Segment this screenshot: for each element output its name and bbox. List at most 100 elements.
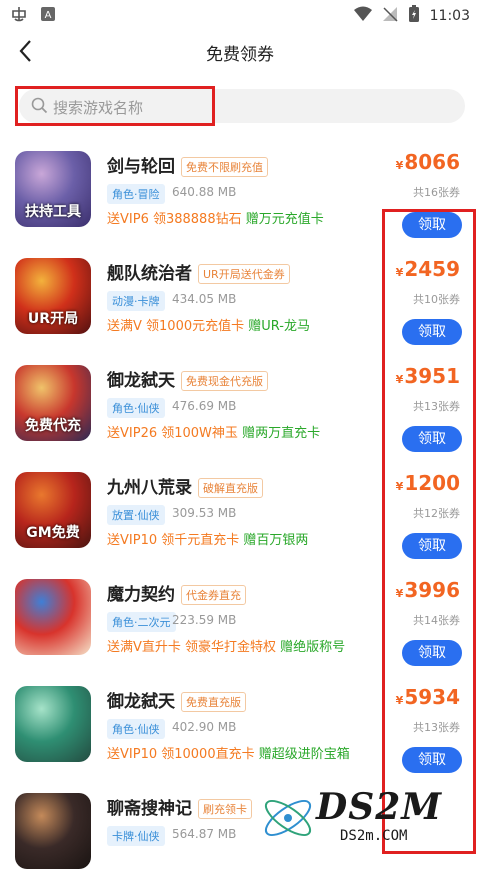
game-title[interactable]: 舰队统治者 UR开局送代金券 xyxy=(107,259,290,284)
game-thumbnail[interactable]: GM免费 xyxy=(15,472,91,548)
svg-text:A: A xyxy=(45,10,52,21)
game-title[interactable]: 魔力契约 代金券直充 xyxy=(107,580,246,605)
game-thumbnail[interactable]: UR开局 xyxy=(15,258,91,334)
claim-button[interactable]: 领取 xyxy=(402,212,462,238)
game-name: 御龙弑天 xyxy=(107,692,175,712)
promo-gift: 赠超级进阶宝箱 xyxy=(258,747,350,762)
game-thumbnail[interactable] xyxy=(15,579,91,655)
genre-tag: 动漫·卡牌 xyxy=(107,291,165,311)
game-list-item[interactable]: GM免费 九州八荒录 破解直充版 放置·仙侠 309.53 MB 送VIP10 领… xyxy=(0,463,480,570)
game-feature-badge: 免费直充版 xyxy=(181,692,246,712)
promo-text: 送VIP10 领千元直充卡 赠百万银两 xyxy=(107,529,308,548)
wifi-icon xyxy=(353,6,372,26)
coupon-count: 共12张券 xyxy=(413,507,460,520)
battery-icon xyxy=(408,5,420,27)
claim-button[interactable]: 领取 xyxy=(402,640,462,666)
promo-gift: 赠UR-龙马 xyxy=(248,319,310,334)
no-signal-icon xyxy=(382,6,398,26)
file-size: 223.59 MB xyxy=(172,613,237,627)
promo-text: 送满V 领1000元充值卡 赠UR-龙马 xyxy=(107,315,310,334)
game-feature-badge: 代金券直充 xyxy=(181,585,246,605)
coupon-value: ¥1200 xyxy=(396,471,460,495)
nav-header: 免费领券 xyxy=(0,28,480,76)
promo-gift: 赠两万直充卡 xyxy=(242,426,321,441)
promo-main: 送满V直升卡 领豪华打金特权 xyxy=(107,640,277,655)
game-list-item[interactable]: 魔力契约 代金券直充 角色·二次元 223.59 MB 送满V直升卡 领豪华打金特… xyxy=(0,570,480,677)
coupon-value: ¥3996 xyxy=(396,578,460,602)
claim-button[interactable]: 领取 xyxy=(402,533,462,559)
game-thumbnail[interactable]: 免费代充 xyxy=(15,365,91,441)
genre-tag: 角色·冒险 xyxy=(107,184,165,204)
game-feature-badge: 破解直充版 xyxy=(198,478,263,498)
game-thumbnail[interactable] xyxy=(15,686,91,762)
promo-main: 送VIP10 领10000直充卡 xyxy=(107,747,255,762)
genre-tag: 放置·仙侠 xyxy=(107,505,165,525)
game-title[interactable]: 九州八荒录 破解直充版 xyxy=(107,473,263,498)
coupon-amount: 1200 xyxy=(404,471,460,495)
game-thumbnail[interactable]: 扶持工具 xyxy=(15,151,91,227)
genre-tag: 角色·仙侠 xyxy=(107,719,165,739)
watermark-subtitle: DS2m.COM xyxy=(340,828,408,844)
game-list-item[interactable]: UR开局 舰队统治者 UR开局送代金券 动漫·卡牌 434.05 MB 送满V 领… xyxy=(0,249,480,356)
genre-tag: 角色·二次元 xyxy=(107,612,176,632)
promo-gift: 赠绝版称号 xyxy=(280,640,346,655)
game-feature-badge: 免费不限刷充值 xyxy=(181,157,268,177)
coupon-count: 共10张券 xyxy=(413,293,460,306)
game-title[interactable]: 聊斋搜神记 刷充领卡 xyxy=(107,794,252,819)
watermark-title: DS2M xyxy=(316,786,443,828)
game-feature-badge: 免费现金代充版 xyxy=(181,371,268,391)
coupon-count: 共14张券 xyxy=(413,614,460,627)
coupon-amount: 3996 xyxy=(404,578,460,602)
coupon-amount: 5934 xyxy=(404,685,460,709)
promo-main: 送VIP6 领388888钻石 xyxy=(107,212,242,227)
promo-main: 送VIP10 领千元直充卡 xyxy=(107,533,240,548)
promo-text: 送VIP6 领388888钻石 赠万元充值卡 xyxy=(107,208,324,227)
coupon-amount: 2459 xyxy=(404,257,460,281)
promo-gift: 赠万元充值卡 xyxy=(245,212,324,227)
claim-button[interactable]: 领取 xyxy=(402,319,462,345)
game-title[interactable]: 剑与轮回 免费不限刷充值 xyxy=(107,152,268,177)
game-list-item[interactable]: 免费代充 御龙弑天 免费现金代充版 角色·仙侠 476.69 MB 送VIP26 … xyxy=(0,356,480,463)
currency-symbol: ¥ xyxy=(395,480,404,493)
claim-button[interactable]: 领取 xyxy=(402,747,462,773)
coupon-amount: 8066 xyxy=(404,150,460,174)
thumbnail-caption: GM免费 xyxy=(26,525,80,541)
currency-symbol: ¥ xyxy=(395,587,404,600)
coupon-count: 共13张券 xyxy=(413,400,460,413)
game-name: 剑与轮回 xyxy=(107,157,175,177)
genre-tag: 角色·仙侠 xyxy=(107,398,165,418)
coupon-count: 共16张券 xyxy=(413,186,460,199)
file-size: 309.53 MB xyxy=(172,506,237,520)
page-title: 免费领券 xyxy=(206,45,274,65)
coupon-count: 共13张券 xyxy=(413,721,460,734)
coupon-value: ¥8066 xyxy=(396,150,460,174)
promo-gift: 赠百万银两 xyxy=(243,533,309,548)
game-feature-badge: UR开局送代金券 xyxy=(198,264,290,284)
genre-tag: 卡牌·仙侠 xyxy=(107,826,165,846)
game-list-item[interactable]: 扶持工具 剑与轮回 免费不限刷充值 角色·冒险 640.88 MB 送VIP6 领… xyxy=(0,142,480,249)
coupon-amount: 3951 xyxy=(404,364,460,388)
game-list-item[interactable]: 御龙弑天 免费直充版 角色·仙侠 402.90 MB 送VIP10 领10000直… xyxy=(0,677,480,784)
promo-main: 送VIP26 领100W神玉 xyxy=(107,426,238,441)
game-thumbnail[interactable] xyxy=(15,793,91,869)
clock-time: 11:03 xyxy=(429,8,470,24)
thumbnail-caption: UR开局 xyxy=(27,311,79,327)
thumbnail-caption: 免费代充 xyxy=(25,418,81,434)
coupon-value: ¥3951 xyxy=(396,364,460,388)
currency-symbol: ¥ xyxy=(395,159,404,172)
file-size: 640.88 MB xyxy=(172,185,237,199)
file-size: 476.69 MB xyxy=(172,399,237,413)
file-size: 564.87 MB xyxy=(172,827,237,841)
search-area: 搜索游戏名称 xyxy=(15,86,465,126)
promo-text: 送VIP10 领10000直充卡 赠超级进阶宝箱 xyxy=(107,743,350,762)
claim-button[interactable]: 领取 xyxy=(402,426,462,452)
game-name: 魔力契约 xyxy=(107,585,175,605)
search-highlight-box xyxy=(15,86,215,126)
file-size: 434.05 MB xyxy=(172,292,237,306)
currency-symbol: ¥ xyxy=(395,266,404,279)
watermark: DS2M DS2m.COM xyxy=(258,786,472,850)
file-size: 402.90 MB xyxy=(172,720,237,734)
coupon-value: ¥5934 xyxy=(396,685,460,709)
game-title[interactable]: 御龙弑天 免费现金代充版 xyxy=(107,366,268,391)
game-title[interactable]: 御龙弑天 免费直充版 xyxy=(107,687,246,712)
